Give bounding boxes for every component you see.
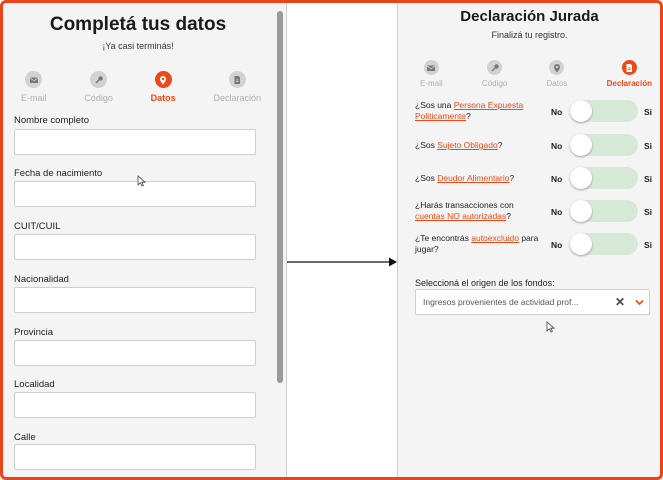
page-subtitle: Finalizá tu registro. xyxy=(491,30,568,40)
question-text: ¿Sos Deudor Alimentario? xyxy=(415,173,515,183)
question-self-excluded: ¿Te encontrás autoexcluido para jugar? N… xyxy=(415,233,655,257)
nationality-label: Nacionalidad xyxy=(14,274,69,285)
funds-origin-label: Seleccioná el origen de los fondos: xyxy=(415,278,555,288)
personal-data-panel: Completá tus datos ¡Ya casi terminás! E-… xyxy=(3,3,287,477)
toggle-no-label: No xyxy=(551,174,563,184)
toggle-yes-label: Si xyxy=(644,207,653,217)
self-excluded-toggle[interactable] xyxy=(570,233,638,255)
step-declaration[interactable]: Declaración xyxy=(213,71,261,103)
question-pep: ¿Sos una Persona Expuesta Politicamente?… xyxy=(415,100,655,124)
full-name-input[interactable] xyxy=(14,129,256,155)
toggle-knob[interactable] xyxy=(570,134,592,156)
street-input[interactable] xyxy=(14,444,256,470)
birth-date-label: Fecha de nacimiento xyxy=(14,168,103,179)
toggle-no-label: No xyxy=(551,207,563,217)
question-alimony-debtor: ¿Sos Deudor Alimentario? No Si xyxy=(415,167,655,191)
street-label: Calle xyxy=(14,432,36,443)
step-label: Declaración xyxy=(213,93,261,103)
pep-toggle[interactable] xyxy=(570,100,638,122)
toggle-no-label: No xyxy=(551,141,563,151)
question-text: ¿Harás transacciones con cuentas NO auto… xyxy=(415,200,514,221)
step-data[interactable]: Datos xyxy=(546,60,568,88)
toggle-yes-label: Si xyxy=(644,141,653,151)
step-label: Datos xyxy=(150,93,176,103)
obligated-subject-toggle[interactable] xyxy=(570,134,638,156)
question-text: ¿Sos Sujeto Obligado? xyxy=(415,140,503,150)
funds-origin-value: Ingresos provenientes de actividad prof.… xyxy=(423,297,579,307)
step-email[interactable]: E-mail xyxy=(21,71,47,103)
clear-icon[interactable]: ✕ xyxy=(615,296,625,308)
step-code[interactable]: Código xyxy=(84,71,113,103)
stepper: E-mail Código Datos Declaración xyxy=(21,71,261,103)
toggle-no-label: No xyxy=(551,107,563,117)
question-unauthorized-accounts: ¿Harás transacciones con cuentas NO auto… xyxy=(415,200,655,224)
full-name-label: Nombre completo xyxy=(14,115,89,126)
step-label: E-mail xyxy=(21,93,47,103)
nationality-input[interactable] xyxy=(14,287,256,313)
province-label: Provincia xyxy=(14,327,54,338)
envelope-icon xyxy=(423,60,439,75)
locality-input[interactable] xyxy=(14,392,256,418)
stepper: E-mail Código Datos Declaración xyxy=(420,60,652,88)
page-title: Completá tus datos xyxy=(49,14,227,35)
scrollbar[interactable] xyxy=(277,11,283,383)
envelope-icon xyxy=(25,71,43,88)
birth-date-input[interactable] xyxy=(14,181,256,207)
toggle-yes-label: Si xyxy=(644,174,653,184)
toggle-yes-label: Si xyxy=(644,240,653,250)
province-input[interactable] xyxy=(14,340,256,366)
unauthorized-accounts-link[interactable]: cuentas NO autorizadas xyxy=(415,211,506,221)
locality-label: Localidad xyxy=(14,379,55,390)
alimony-debtor-toggle[interactable] xyxy=(570,167,638,189)
location-pin-icon xyxy=(549,60,565,75)
mouse-cursor-icon xyxy=(546,321,555,333)
location-pin-icon xyxy=(154,71,172,88)
cuit-cuil-input[interactable] xyxy=(14,234,256,260)
question-obligated-subject: ¿Sos Sujeto Obligado? No Si xyxy=(415,134,655,158)
toggle-yes-label: Si xyxy=(644,107,653,117)
funds-origin-select[interactable]: Ingresos provenientes de actividad prof.… xyxy=(415,289,650,315)
step-email[interactable]: E-mail xyxy=(420,60,443,88)
page-subtitle: ¡Ya casi terminás! xyxy=(102,41,174,51)
question-text: ¿Sos una Persona Expuesta Politicamente? xyxy=(415,100,524,121)
document-icon xyxy=(621,60,637,75)
obligated-subject-link[interactable]: Sujeto Obligado xyxy=(437,140,498,150)
step-label: Datos xyxy=(546,79,568,88)
toggle-knob[interactable] xyxy=(570,167,592,189)
mouse-cursor-icon xyxy=(137,175,146,187)
step-label: Declaración xyxy=(606,79,652,88)
unauthorized-accounts-toggle[interactable] xyxy=(570,200,638,222)
question-text: ¿Te encontrás autoexcluido para jugar? xyxy=(415,233,539,254)
sworn-declaration-panel: Declaración Jurada Finalizá tu registro.… xyxy=(397,3,661,477)
step-data[interactable]: Datos xyxy=(151,71,176,103)
step-code[interactable]: Código xyxy=(482,60,507,88)
arrow-right-icon xyxy=(287,257,397,267)
page-title: Declaración Jurada xyxy=(460,8,599,25)
cuit-cuil-label: CUIT/CUIL xyxy=(14,221,61,232)
toggle-knob[interactable] xyxy=(570,200,592,222)
alimony-debtor-link[interactable]: Deudor Alimentario xyxy=(437,173,509,183)
step-label: Código xyxy=(84,93,113,103)
self-excluded-link[interactable]: autoexcluido xyxy=(471,233,519,243)
key-icon xyxy=(90,71,108,88)
chevron-down-icon[interactable] xyxy=(635,299,644,306)
toggle-no-label: No xyxy=(551,240,563,250)
step-label: E-mail xyxy=(420,79,443,88)
toggle-knob[interactable] xyxy=(570,233,592,255)
key-icon xyxy=(487,60,503,75)
toggle-knob[interactable] xyxy=(570,100,592,122)
step-label: Código xyxy=(481,79,508,88)
step-declaration[interactable]: Declaración xyxy=(607,60,652,88)
document-icon xyxy=(228,71,246,88)
